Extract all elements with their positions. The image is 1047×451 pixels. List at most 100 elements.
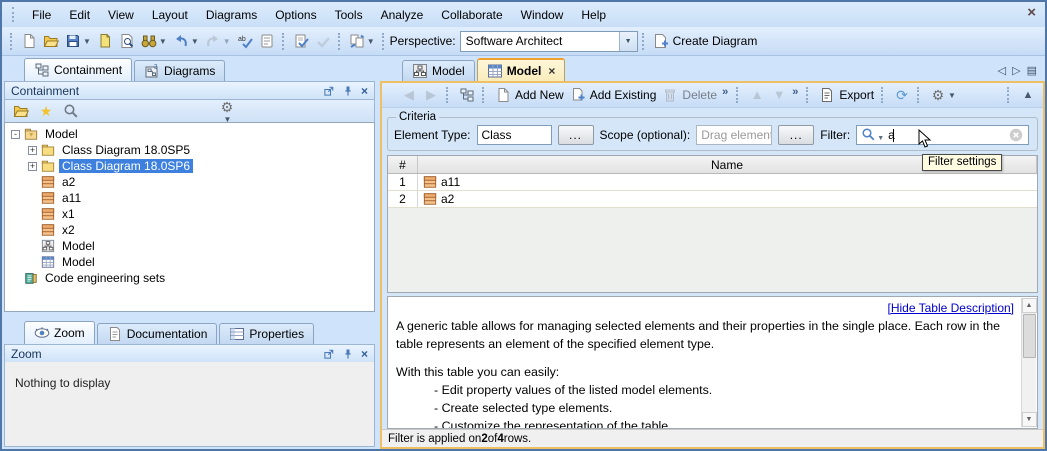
tree-item-x2[interactable]: x2 — [5, 222, 374, 238]
tree-item-a2[interactable]: a2 — [5, 174, 374, 190]
expand-expander-icon[interactable]: + — [28, 146, 37, 155]
tab-scroll-left-icon[interactable]: ◁ — [998, 64, 1006, 77]
move-up-button[interactable]: ▲ — [746, 84, 768, 106]
validate-button[interactable] — [290, 30, 312, 52]
delete-button[interactable]: Delete — [659, 84, 720, 106]
dropdown-caret-icon[interactable]: ▼ — [159, 37, 167, 46]
toolbar-overflow-icon[interactable]: » — [792, 86, 798, 98]
forward-button[interactable]: ▶ — [420, 84, 442, 106]
description-scrollbar[interactable]: ▲ ▼ — [1021, 298, 1036, 427]
tab-diagrams[interactable]: 2Diagrams — [134, 60, 225, 81]
find-button[interactable]: ▼ — [138, 30, 170, 52]
window-close-button[interactable]: × — [1027, 5, 1036, 21]
tab-close-icon[interactable]: × — [548, 64, 555, 78]
tab-list-icon[interactable]: ▤ — [1027, 64, 1037, 77]
back-button[interactable]: ◀ — [398, 84, 420, 106]
tree-item-model[interactable]: Model — [5, 238, 374, 254]
editor-tab-model[interactable]: Model — [402, 60, 475, 81]
favorites-star-icon[interactable]: ★ — [38, 103, 54, 119]
filter-input[interactable]: ▼ a — [856, 125, 1029, 145]
dropdown-caret-icon[interactable]: ▼ — [191, 37, 199, 46]
tree-item-model[interactable]: Model — [5, 254, 374, 270]
tab-scroll-right-icon[interactable]: ▷ — [1012, 64, 1020, 77]
table-row[interactable]: 1a11 — [388, 174, 1037, 191]
menu-tools[interactable]: Tools — [326, 5, 372, 25]
dropdown-caret-icon[interactable]: ▼ — [948, 91, 956, 100]
spelling-button[interactable]: ab — [234, 30, 256, 52]
menu-layout[interactable]: Layout — [143, 5, 197, 25]
undo-button[interactable]: ▼ — [170, 30, 202, 52]
refresh-button[interactable]: ⟳ — [891, 84, 913, 106]
tab-properties[interactable]: Properties — [219, 323, 314, 344]
search-icon[interactable] — [63, 103, 79, 119]
close-icon[interactable]: × — [361, 85, 368, 97]
tab-zoom[interactable]: Zoom — [24, 321, 95, 344]
gear-icon[interactable]: ⚙ — [219, 99, 235, 115]
tree-item-a11[interactable]: a11 — [5, 190, 374, 206]
dropdown-caret-icon[interactable]: ▼ — [367, 37, 375, 46]
notes-button[interactable] — [256, 30, 278, 52]
menu-view[interactable]: View — [99, 5, 143, 25]
menu-help[interactable]: Help — [572, 5, 615, 25]
redo-button[interactable]: ▼ — [202, 30, 234, 52]
new-file-button[interactable] — [18, 30, 40, 52]
pin-icon[interactable] — [342, 85, 354, 97]
toolbar-overflow-icon[interactable]: » — [722, 86, 728, 98]
popup-icon[interactable] — [323, 85, 335, 97]
expand-expander-icon[interactable]: + — [28, 162, 37, 171]
scope-field[interactable]: Drag elements fro — [696, 125, 772, 145]
open-project-icon[interactable] — [13, 103, 29, 119]
scroll-up-icon[interactable]: ▲ — [1022, 298, 1037, 313]
hide-table-description-link[interactable]: [Hide Table Description] — [396, 299, 1014, 317]
containment-tree-button[interactable] — [456, 84, 478, 106]
scroll-down-icon[interactable]: ▼ — [1022, 412, 1037, 427]
menu-file[interactable]: File — [23, 5, 60, 25]
collapse-button[interactable]: ▲ — [1017, 84, 1039, 106]
tree-item-x1[interactable]: x1 — [5, 206, 374, 222]
element-type-field[interactable]: Class — [477, 125, 552, 145]
transfer-button[interactable]: ▼ — [346, 30, 378, 52]
popup-icon[interactable] — [323, 348, 335, 360]
move-down-button[interactable]: ▼ — [768, 84, 790, 106]
status-bar: Filter is applied on 2 of 4 rows. — [382, 429, 1043, 447]
table-row[interactable]: 2a2 — [388, 191, 1037, 208]
filter-magnifier-icon[interactable] — [861, 127, 877, 143]
print-preview-button[interactable] — [116, 30, 138, 52]
perspective-combobox[interactable]: Software Architect — [460, 31, 638, 52]
tree-item-class-diagram-18-0sp6[interactable]: + Class Diagram 18.0SP6 — [5, 158, 374, 174]
horizontal-splitter[interactable] — [2, 312, 377, 319]
clear-filter-icon[interactable] — [1008, 127, 1024, 143]
filter-settings-caret-icon[interactable]: ▼ — [877, 135, 884, 142]
add-existing-button[interactable]: Add Existing — [567, 84, 660, 106]
add-new-button[interactable]: Add New — [492, 84, 567, 106]
export-button[interactable]: Export — [816, 84, 877, 106]
tree-item-class-diagram-18-0sp5[interactable]: +Class Diagram 18.0SP5 — [5, 142, 374, 158]
tree-item-code-engineering-sets[interactable]: Code engineering sets — [5, 270, 374, 286]
tab-documentation[interactable]: Documentation — [97, 323, 218, 344]
create-diagram-button[interactable]: Create Diagram — [650, 30, 761, 52]
menu-options[interactable]: Options — [266, 5, 325, 25]
save-button[interactable]: ▼ — [62, 30, 94, 52]
open-project-button[interactable] — [40, 30, 62, 52]
editor-tab-model[interactable]: Model× — [477, 58, 566, 81]
menu-window[interactable]: Window — [512, 5, 573, 25]
commit-button[interactable] — [312, 30, 334, 52]
tree-item-label: Class Diagram 18.0SP6 — [59, 159, 193, 173]
column-header-number[interactable]: # — [388, 156, 418, 173]
menu-analyze[interactable]: Analyze — [372, 5, 433, 25]
dropdown-caret-icon[interactable]: ▼ — [83, 37, 91, 46]
element-type-browse-button[interactable]: ... — [558, 125, 594, 145]
menu-edit[interactable]: Edit — [60, 5, 99, 25]
tree-item-model[interactable]: -Model — [5, 126, 374, 142]
tab-containment[interactable]: Containment — [24, 58, 132, 81]
pin-icon[interactable] — [342, 348, 354, 360]
collapse-expander-icon[interactable]: - — [11, 130, 20, 139]
menu-collaborate[interactable]: Collaborate — [432, 5, 511, 25]
menu-diagrams[interactable]: Diagrams — [197, 5, 266, 25]
scope-browse-button[interactable]: ... — [778, 125, 814, 145]
scrollbar-thumb[interactable] — [1023, 314, 1036, 358]
close-icon[interactable]: × — [361, 348, 368, 360]
print-button[interactable] — [94, 30, 116, 52]
gear-button[interactable]: ⚙▼ — [927, 84, 959, 106]
dropdown-caret-icon[interactable]: ▼ — [223, 37, 231, 46]
